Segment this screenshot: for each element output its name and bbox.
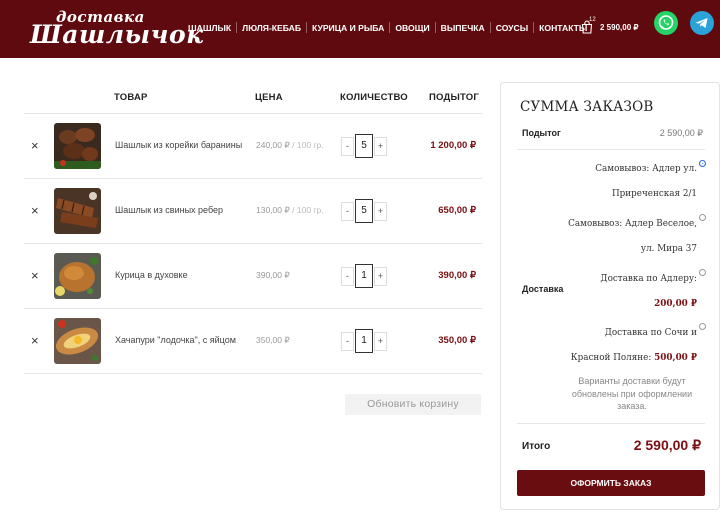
quantity-input[interactable]: 5 [355, 134, 373, 158]
cart-count-badge: 12 [589, 17, 596, 23]
site-logo[interactable]: доставка Шашлычок [30, 8, 203, 50]
nav-divider [434, 22, 436, 33]
product-image-pork-ribs[interactable] [54, 188, 101, 234]
nav-divider [489, 22, 491, 33]
quantity-stepper: - 1 + [341, 264, 387, 288]
nav-item-chicken-fish[interactable]: КУРИЦА И РЫБА [312, 23, 384, 33]
cart-row: × Шашлык из свиных ребер 130,00 ₽ / 100 … [24, 179, 482, 244]
shipping-price-sochi: 500,00 ₽ [654, 353, 697, 363]
update-cart-button[interactable]: Обновить корзину [345, 394, 481, 415]
increase-quantity-button[interactable]: + [374, 137, 387, 156]
decrease-quantity-button[interactable]: - [341, 202, 354, 221]
divider [517, 423, 705, 424]
close-icon[interactable]: × [31, 138, 39, 153]
order-summary: СУММА ЗАКАЗОВ Подытог 2 590,00 ₽ Доставк… [500, 82, 720, 510]
decrease-quantity-button[interactable]: - [341, 332, 354, 351]
whatsapp-button[interactable] [654, 11, 678, 35]
column-header-price: ЦЕНА [255, 92, 283, 103]
close-icon[interactable]: × [31, 203, 39, 218]
whatsapp-icon [658, 15, 674, 30]
header-cart[interactable]: 12 2 590,00 ₽ [580, 17, 640, 38]
close-icon[interactable]: × [31, 268, 39, 283]
product-name[interactable]: Курица в духовке [115, 270, 188, 280]
product-name[interactable]: Шашлык из свиных ребер [115, 205, 223, 215]
shipping-radio-adler[interactable] [699, 269, 706, 276]
product-image-khachapuri[interactable] [54, 318, 101, 364]
cart-row: × Курица в духовке 390,00 ₽ - 1 + 390,00… [24, 244, 482, 309]
quantity-stepper: - 5 + [341, 199, 387, 223]
product-name[interactable]: Шашлык из корейки баранины [115, 140, 242, 150]
checkout-button[interactable]: ОФОРМИТЬ ЗАКАЗ [517, 470, 705, 496]
logo-bottom-text: Шашлычок [30, 20, 204, 49]
shipping-radio-pickup-2[interactable] [699, 214, 706, 221]
increase-quantity-button[interactable]: + [374, 332, 387, 351]
column-header-product: ТОВАР [114, 92, 148, 103]
summary-title: СУММА ЗАКАЗОВ [520, 99, 654, 115]
shipping-option-sochi[interactable]: Доставка по Сочи и Красной Поляне: 500,0… [567, 321, 697, 371]
shipping-note: Варианты доставки будут обновлены при оф… [571, 376, 693, 411]
nav-divider [236, 22, 238, 33]
product-name[interactable]: Хачапури "лодочка", с яйцом [115, 335, 236, 345]
divider [517, 149, 705, 150]
shipping-label: Доставка [522, 284, 564, 294]
quantity-input[interactable]: 1 [355, 264, 373, 288]
row-subtotal: 650,00 ₽ [438, 205, 476, 216]
row-subtotal: 390,00 ₽ [438, 270, 476, 281]
product-image-lamb-kebab[interactable] [54, 123, 101, 169]
shipping-option-pickup-2[interactable]: Самовывоз: Адлер Веселое, ул. Мира 37 [567, 212, 697, 262]
quantity-stepper: - 1 + [341, 329, 387, 353]
quantity-input[interactable]: 5 [355, 199, 373, 223]
nav-item-lyulya-kebab[interactable]: ЛЮЛЯ-КЕБАБ [242, 23, 301, 33]
product-price: 240,00 ₽ / 100 гр. [256, 140, 324, 150]
cart-total: 2 590,00 ₽ [600, 23, 639, 32]
quantity-input[interactable]: 1 [355, 329, 373, 353]
summary-subtotal-value: 2 590,00 ₽ [659, 128, 703, 138]
order-total-value: 2 590,00 ₽ [633, 437, 701, 453]
main-nav: ШАШЛЫК ЛЮЛЯ-КЕБАБ КУРИЦА И РЫБА ОВОЩИ ВЫ… [188, 22, 587, 33]
increase-quantity-button[interactable]: + [374, 202, 387, 221]
shipping-radio-sochi[interactable] [699, 323, 706, 330]
column-header-subtotal: ПОДЫТОГ [429, 92, 479, 103]
nav-divider [533, 22, 535, 33]
shipping-radio-pickup-1[interactable] [699, 160, 706, 167]
shipping-price-adler: 200,00 ₽ [654, 299, 697, 309]
increase-quantity-button[interactable]: + [374, 267, 387, 286]
nav-item-shashlik[interactable]: ШАШЛЫК [188, 23, 231, 33]
product-price: 130,00 ₽ / 100 гр. [256, 205, 324, 215]
row-subtotal: 1 200,00 ₽ [430, 140, 476, 151]
nav-item-vegetables[interactable]: ОВОЩИ [395, 23, 429, 33]
decrease-quantity-button[interactable]: - [341, 267, 354, 286]
telegram-button[interactable] [690, 11, 714, 35]
order-total-label: Итого [522, 441, 551, 452]
shipping-option-adler[interactable]: Доставка по Адлеру: 200,00 ₽ [567, 267, 697, 317]
product-price: 390,00 ₽ [256, 270, 290, 280]
product-image-roast-chicken[interactable] [54, 253, 101, 299]
nav-divider [306, 22, 308, 33]
product-price: 350,00 ₽ [256, 335, 290, 345]
quantity-stepper: - 5 + [341, 134, 387, 158]
site-header: доставка Шашлычок ШАШЛЫК ЛЮЛЯ-КЕБАБ КУРИ… [0, 0, 720, 58]
nav-item-sauces[interactable]: СОУСЫ [496, 23, 528, 33]
telegram-icon [695, 18, 708, 28]
shipping-option-pickup-1[interactable]: Самовывоз: Адлер ул. Приреченская 2/1 [567, 157, 697, 207]
cart-table-header: ТОВАР ЦЕНА КОЛИЧЕСТВО ПОДЫТОГ [24, 86, 482, 114]
cart-row: × Шашлык из корейки баранины 240,00 ₽ / … [24, 114, 482, 179]
decrease-quantity-button[interactable]: - [341, 137, 354, 156]
cart-row: × Хачапури "лодочка", с яйцом 350,00 ₽ -… [24, 309, 482, 374]
close-icon[interactable]: × [31, 333, 39, 348]
column-header-quantity: КОЛИЧЕСТВО [340, 92, 408, 103]
nav-divider [389, 22, 391, 33]
summary-subtotal-label: Подытог [522, 128, 561, 138]
nav-item-bakery[interactable]: ВЫПЕЧКА [441, 23, 485, 33]
row-subtotal: 350,00 ₽ [438, 335, 476, 346]
